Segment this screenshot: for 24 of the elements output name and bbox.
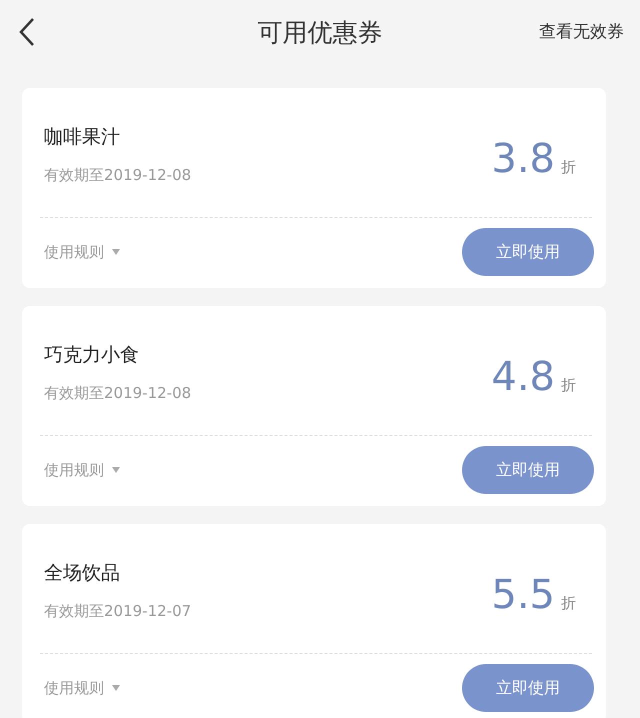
invalid-coupons-link[interactable]: 查看无效券 — [539, 20, 624, 43]
use-now-button[interactable]: 立即使用 — [462, 228, 594, 276]
discount-unit: 折 — [561, 594, 576, 613]
use-now-button[interactable]: 立即使用 — [462, 446, 594, 494]
usage-rules-toggle[interactable]: 使用规则 — [44, 678, 120, 698]
page-title: 可用优惠券 — [258, 16, 382, 48]
discount-value: 3.8 — [491, 136, 555, 182]
discount-value: 5.5 — [491, 572, 555, 618]
coupon-name: 巧克力小食 — [44, 342, 140, 368]
expiry-date: 有效期至2019-12-08 — [44, 384, 192, 402]
expiry-date: 有效期至2019-12-07 — [44, 602, 192, 620]
discount-unit: 折 — [561, 376, 576, 395]
usage-rules-toggle[interactable]: 使用规则 — [44, 460, 120, 480]
discount-value: 4.8 — [491, 354, 555, 400]
use-now-button[interactable]: 立即使用 — [462, 664, 594, 712]
usage-rules-toggle[interactable]: 使用规则 — [44, 242, 120, 262]
coupon-name: 全场饮品 — [44, 560, 121, 586]
caret-icon — [112, 467, 120, 473]
back-icon[interactable] — [18, 17, 36, 47]
discount-unit: 折 — [561, 158, 576, 177]
caret-icon — [112, 685, 120, 691]
caret-icon — [112, 249, 120, 255]
expiry-date: 有效期至2019-12-08 — [44, 166, 192, 184]
coupon-name: 咖啡果汁 — [44, 124, 121, 150]
